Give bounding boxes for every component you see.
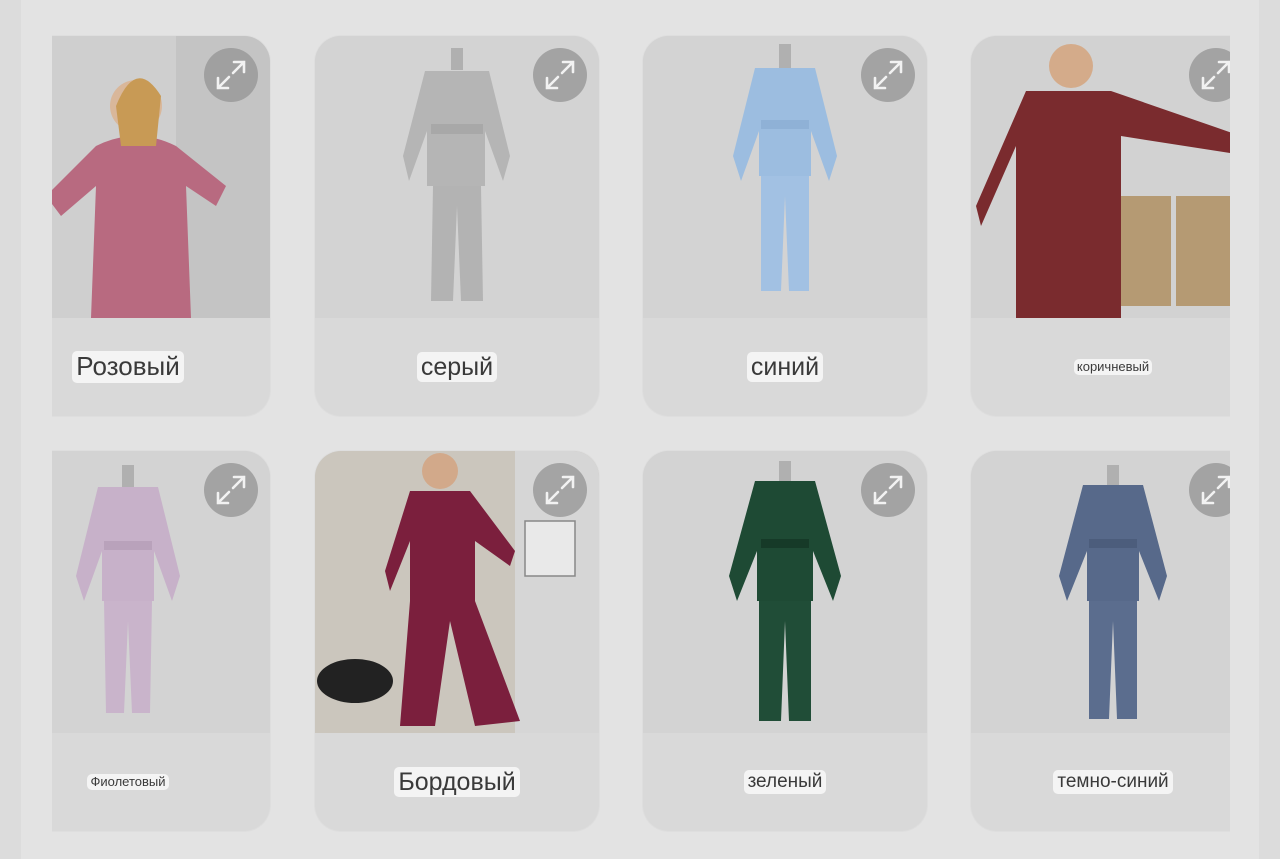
variant-label: Бордовый — [394, 766, 520, 798]
expand-arrows-icon — [216, 60, 246, 90]
expand-arrows-icon — [1201, 60, 1230, 90]
expand-arrows-icon — [1201, 475, 1230, 505]
variant-label: серый — [416, 351, 498, 383]
expand-arrows-icon — [216, 475, 246, 505]
variant-card-green[interactable]: зеленый — [643, 451, 927, 831]
variant-label: зеленый — [743, 770, 827, 794]
variant-label: темно-синий — [1053, 770, 1173, 794]
expand-button[interactable] — [861, 48, 915, 102]
variant-card-blue[interactable]: синий — [643, 36, 927, 416]
variant-card-brown[interactable]: коричневый — [971, 36, 1230, 416]
variant-label: синий — [746, 351, 824, 383]
expand-button[interactable] — [861, 463, 915, 517]
variant-label: Фиолетовый — [87, 773, 169, 791]
expand-button[interactable] — [533, 463, 587, 517]
expand-arrows-icon — [873, 60, 903, 90]
variant-card-burgundy[interactable]: Бордовый — [315, 451, 599, 831]
variant-label: коричневый — [1073, 358, 1153, 376]
expand-button[interactable] — [204, 463, 258, 517]
expand-arrows-icon — [873, 475, 903, 505]
expand-arrows-icon — [545, 475, 575, 505]
variant-card-pink[interactable]: Розовый — [52, 36, 270, 416]
expand-button[interactable] — [533, 48, 587, 102]
variant-card-gray[interactable]: серый — [315, 36, 599, 416]
variant-card-purple[interactable]: Фиолетовый — [52, 451, 270, 831]
color-variant-grid: Розовый серый синий коричневый Фиолетовы… — [52, 0, 1230, 859]
expand-button[interactable] — [204, 48, 258, 102]
expand-arrows-icon — [545, 60, 575, 90]
variant-card-navy[interactable]: темно-синий — [971, 451, 1230, 831]
variant-label: Розовый — [72, 351, 184, 383]
